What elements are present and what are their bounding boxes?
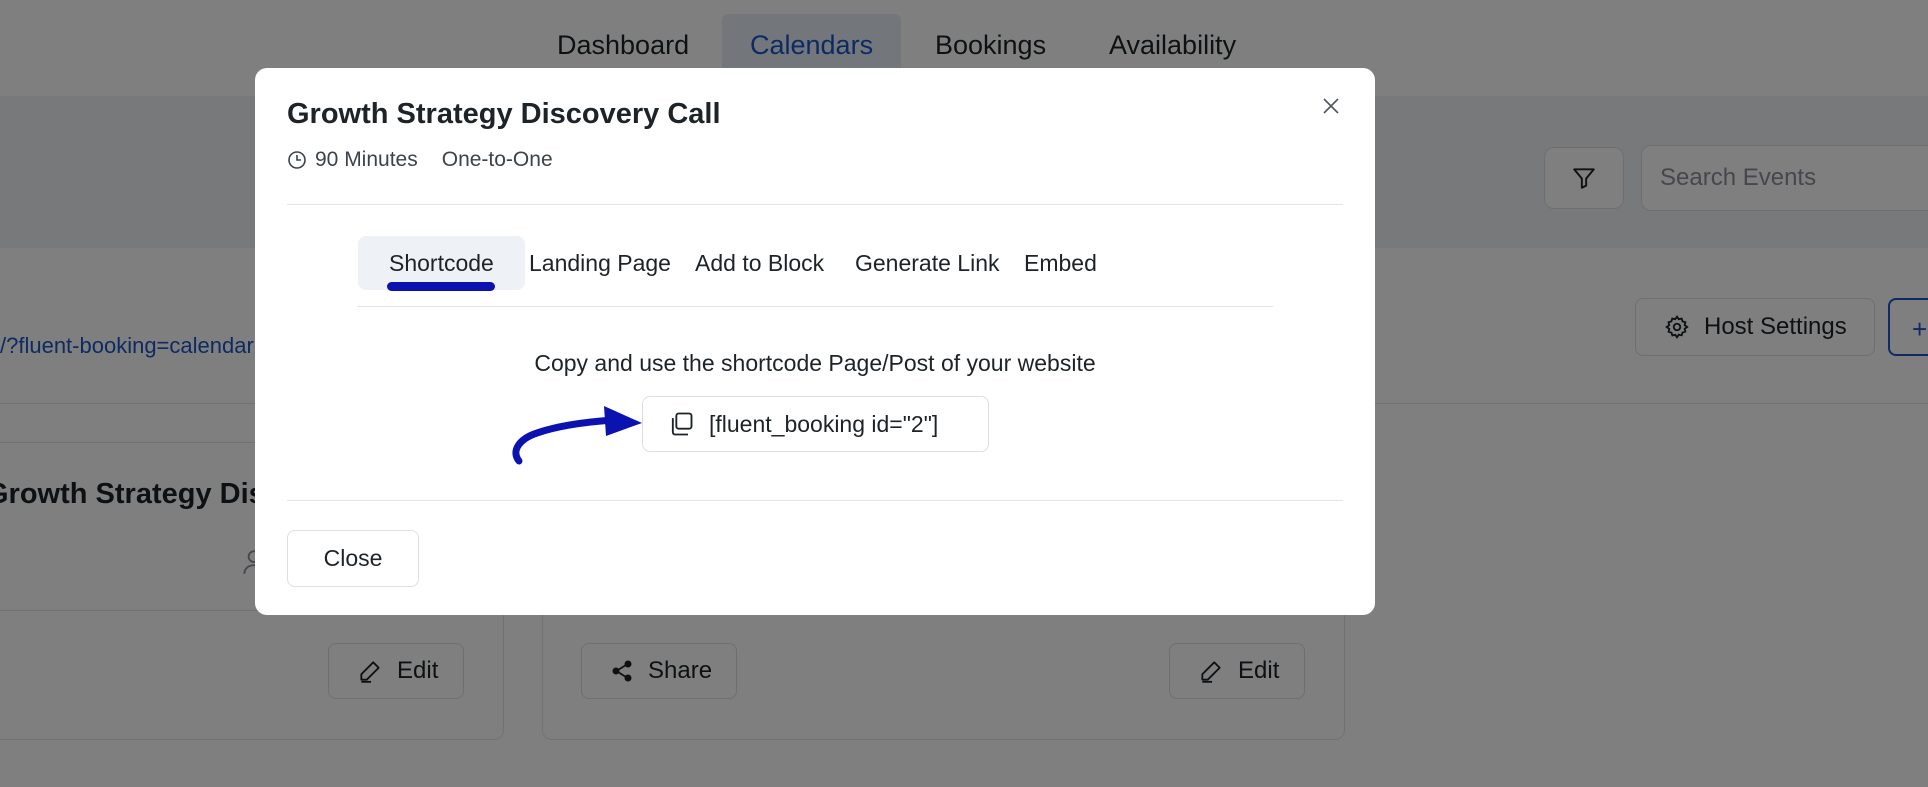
copy-icon — [671, 412, 693, 436]
close-icon — [1323, 98, 1339, 114]
shortcode-text: [fluent_booking id="2"] — [709, 410, 939, 437]
tab-embed[interactable]: Embed — [993, 236, 1128, 290]
copy-shortcode-button[interactable]: [fluent_booking id="2"] — [642, 396, 989, 452]
event-meta: 90 Minutes One-to-One — [287, 148, 553, 172]
clock-icon — [288, 151, 306, 169]
close-dialog-button[interactable] — [1317, 92, 1345, 120]
dialog-divider — [287, 204, 1343, 205]
share-dialog: Growth Strategy Discovery Call 90 Minute… — [255, 68, 1375, 615]
annotation-arrow-icon — [512, 406, 642, 465]
shortcode-instruction: Copy and use the shortcode Page/Post of … — [534, 350, 1096, 376]
dialog-title: Growth Strategy Discovery Call — [287, 98, 721, 130]
tabs-divider — [357, 306, 1273, 307]
dialog-footer-divider — [287, 500, 1343, 501]
event-type: One-to-One — [441, 148, 553, 171]
active-tab-indicator — [387, 282, 495, 291]
close-button[interactable]: Close — [287, 530, 419, 587]
event-duration: 90 Minutes — [315, 148, 418, 171]
